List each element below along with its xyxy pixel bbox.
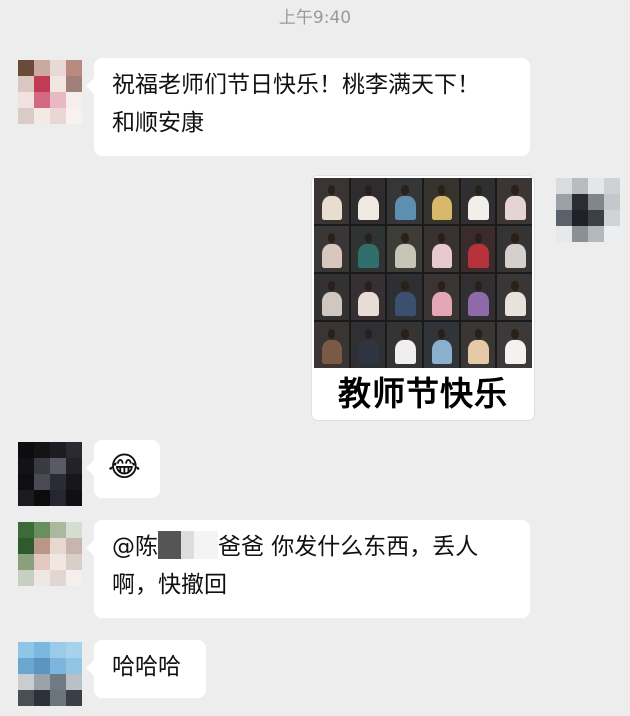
mention-suffix: 爸爸 你发什么东西，丢人 bbox=[218, 534, 479, 560]
poster-tile bbox=[387, 322, 422, 368]
poster-tile bbox=[424, 226, 459, 272]
message-text: 哈哈哈 bbox=[112, 654, 181, 680]
poster-tile bbox=[460, 178, 496, 224]
poster-tile bbox=[350, 322, 386, 368]
poster-tile bbox=[424, 178, 459, 224]
poster-tile bbox=[460, 226, 496, 272]
avatar[interactable] bbox=[556, 178, 620, 242]
poster-tile bbox=[387, 226, 422, 272]
avatar[interactable] bbox=[18, 522, 82, 586]
message-bubble[interactable]: @陈 爸爸 你发什么东西，丢人 啊，快撤回 bbox=[86, 520, 530, 618]
censored-name bbox=[158, 531, 218, 559]
message-text-line2: 啊，快撤回 bbox=[112, 572, 227, 598]
poster-tile bbox=[497, 178, 532, 224]
message-text: @陈 爸爸 你发什么东西，丢人 bbox=[112, 528, 512, 566]
poster-tile bbox=[314, 226, 349, 272]
message-bubble[interactable]: 祝福老师们节日快乐！桃李满天下！ 和顺安康 bbox=[86, 58, 530, 156]
avatar[interactable] bbox=[18, 442, 82, 506]
poster-tile bbox=[387, 178, 422, 224]
poster-caption: 教师节快乐 bbox=[338, 374, 508, 413]
poster-tile bbox=[497, 322, 532, 368]
mention-prefix[interactable]: @陈 bbox=[112, 534, 158, 560]
poster-tile bbox=[460, 322, 496, 368]
poster-tile bbox=[460, 274, 496, 320]
image-message[interactable]: 教师节快乐 bbox=[312, 176, 534, 420]
poster-tile bbox=[424, 274, 459, 320]
chat-window: 上午9:40 祝福老师们节日快乐！桃李满天下！ 和顺安康 教师节快乐 😂 @陈 … bbox=[0, 0, 630, 716]
message-bubble[interactable]: 😂 bbox=[86, 440, 160, 498]
poster-tile bbox=[314, 274, 349, 320]
message-bubble[interactable]: 哈哈哈 bbox=[86, 640, 206, 698]
poster-tile bbox=[314, 322, 349, 368]
laughing-tears-emoji-icon: 😂 bbox=[108, 450, 141, 483]
message-text-line2: 和顺安康 bbox=[112, 110, 204, 136]
avatar[interactable] bbox=[18, 642, 82, 706]
poster-tile bbox=[424, 322, 459, 368]
poster-tile bbox=[314, 178, 349, 224]
poster-tile bbox=[497, 226, 532, 272]
poster-tile bbox=[350, 178, 386, 224]
poster-tile bbox=[387, 274, 422, 320]
poster-tile bbox=[350, 226, 386, 272]
poster-tile bbox=[350, 274, 386, 320]
message-text: 祝福老师们节日快乐！桃李满天下！ bbox=[112, 72, 480, 98]
avatar[interactable] bbox=[18, 60, 82, 124]
timestamp: 上午9:40 bbox=[278, 8, 352, 28]
poster-tile bbox=[497, 274, 532, 320]
poster-image bbox=[314, 178, 532, 368]
